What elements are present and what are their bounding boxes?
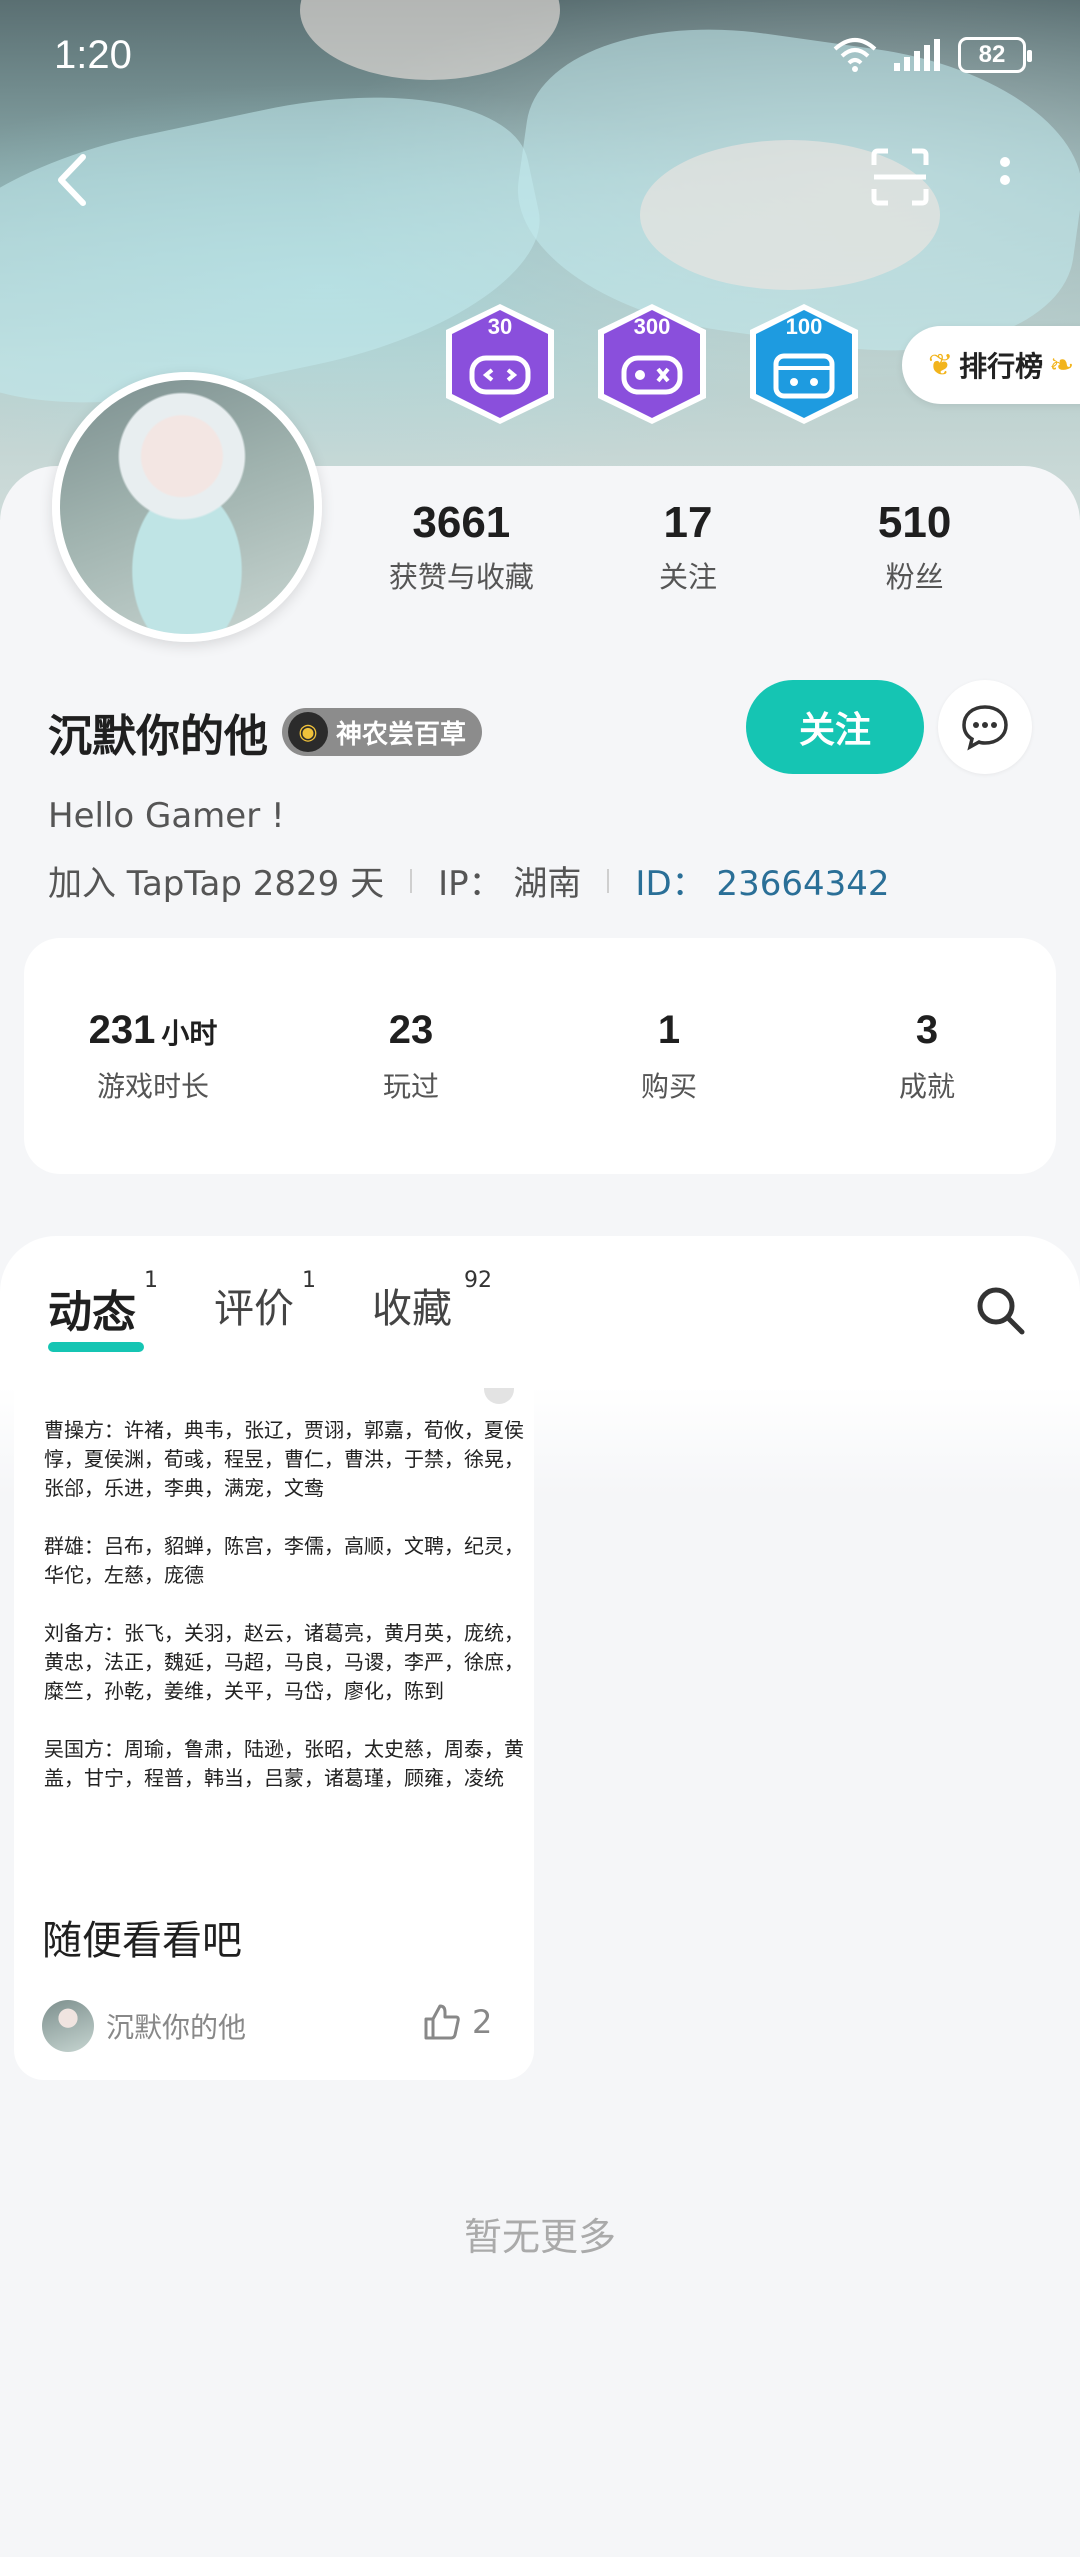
user-bio: Hello Gamer ! xyxy=(48,796,285,836)
join-days: 加入 TapTap 2829 天 xyxy=(48,864,385,904)
stat-label: 获赞与收藏 xyxy=(388,560,534,594)
tab-reviews[interactable]: 评价 1 xyxy=(214,1268,316,1334)
stat-label: 购买 xyxy=(640,1069,697,1103)
gamepad-title-icon: ◉ xyxy=(288,712,328,752)
stat-achievements[interactable]: 3 成就 xyxy=(807,1008,1047,1105)
stat-purchased[interactable]: 1 购买 xyxy=(549,1008,789,1105)
avatar xyxy=(42,2000,94,2052)
message-button[interactable] xyxy=(938,680,1032,774)
status-icons: 82 xyxy=(832,37,1032,73)
tab-count: 1 xyxy=(144,1268,158,1293)
achievement-badge[interactable]: 100 xyxy=(740,300,868,428)
stat-value: 23 xyxy=(388,1007,434,1052)
tab-label: 收藏 xyxy=(372,1286,452,1332)
content-tabs: 动态 1 评价 1 收藏 92 xyxy=(48,1268,492,1352)
title-badge[interactable]: ◉ 神农尝百草 xyxy=(282,708,483,756)
stat-played[interactable]: 23 玩过 xyxy=(291,1008,531,1105)
chat-bubble-icon xyxy=(962,705,1008,751)
more-vertical-icon xyxy=(1000,157,1010,185)
stat-value: 231 小时 xyxy=(33,1008,273,1053)
tab-posts[interactable]: 动态 1 xyxy=(48,1268,158,1352)
post-card[interactable]: 曹操方：许褚，典韦，张辽，贾诩，郭嘉，荀攸，夏侯惇，夏侯渊，荀彧，程昱，曹仁，曹… xyxy=(14,1388,534,2080)
leaderboard-button[interactable]: ❦ 排行榜 ❧ xyxy=(902,326,1080,404)
badge-number: 300 xyxy=(633,314,671,339)
divider xyxy=(410,868,413,893)
leaderboard-label: 排行榜 xyxy=(959,350,1044,383)
stat-label: 游戏时长 xyxy=(96,1069,209,1103)
post-image-text: 吴国方：周瑜，鲁肃，陆逊，张昭，太史慈，周泰，黄盖，甘宁，程普，韩当，吕蒙，诸葛… xyxy=(44,1737,524,1790)
stat-label: 关注 xyxy=(658,560,717,594)
post-image-text: 刘备方：张飞，关羽，赵云，诸葛亮，黄月英，庞统，黄忠，法正，魏延，马超，马良，马… xyxy=(44,1621,524,1703)
status-time: 1:20 xyxy=(54,32,132,77)
playtime-value: 231 xyxy=(88,1007,156,1052)
stat-value: 510 xyxy=(877,498,952,547)
search-button[interactable] xyxy=(972,1282,1028,1338)
tab-count: 1 xyxy=(302,1268,316,1293)
user-name: 沉默你的他 xyxy=(48,711,268,762)
signal-icon xyxy=(894,39,940,71)
search-icon xyxy=(977,1287,1025,1335)
laurel-left-icon: ❦ xyxy=(928,347,954,383)
stat-playtime[interactable]: 231 小时 游戏时长 xyxy=(33,1008,273,1105)
achievement-badge[interactable]: 30 xyxy=(436,300,564,428)
stat-label: 粉丝 xyxy=(885,560,944,594)
badge-number: 100 xyxy=(785,314,823,339)
post-image-text: 群雄：吕布，貂蝉，陈宫，李儒，高顺，文聘，纪灵，华佗，左慈，庞德 xyxy=(44,1534,524,1587)
badge-number: 30 xyxy=(487,314,513,339)
user-name-row: 沉默你的他 ◉ 神农尝百草 xyxy=(48,700,483,764)
follow-button[interactable]: 关注 xyxy=(746,680,924,774)
post-author-name: 沉默你的他 xyxy=(106,2011,247,2044)
tab-label: 评价 xyxy=(214,1286,294,1332)
active-tab-indicator xyxy=(48,1342,144,1352)
game-stats-card: 231 小时 游戏时长 23 玩过 1 购买 3 成就 xyxy=(24,938,1056,1174)
social-stats: 3661 获赞与收藏 17 关注 510 粉丝 xyxy=(348,498,1028,596)
like-count: 2 xyxy=(472,2003,493,2041)
stat-likes-favorites[interactable]: 3661 获赞与收藏 xyxy=(361,498,561,596)
back-arrow-icon xyxy=(58,154,86,206)
tab-count: 92 xyxy=(464,1268,492,1293)
stat-value: 17 xyxy=(663,498,713,547)
stat-value: 3 xyxy=(915,1007,939,1052)
status-bar: 1:20 82 xyxy=(0,0,1080,110)
stat-value: 3661 xyxy=(412,498,511,547)
achievement-badge[interactable]: 300 xyxy=(588,300,716,428)
stat-followers[interactable]: 510 粉丝 xyxy=(815,498,1015,596)
no-more-text: 暂无更多 xyxy=(463,2215,616,2259)
more-options-button[interactable] xyxy=(990,145,1020,215)
scan-button[interactable] xyxy=(868,145,932,209)
battery-icon: 82 xyxy=(958,37,1032,73)
scan-icon xyxy=(871,148,929,206)
stat-value: 1 xyxy=(657,1007,681,1052)
like-button[interactable]: 2 xyxy=(422,2002,492,2042)
back-button[interactable] xyxy=(44,145,100,215)
post-title: 随便看看吧 xyxy=(42,1918,242,1964)
laurel-right-icon: ❧ xyxy=(1049,347,1075,383)
achievement-badges: 30 300 100 xyxy=(436,300,868,428)
tab-label: 动态 xyxy=(48,1287,136,1338)
stat-label: 成就 xyxy=(898,1069,955,1103)
stat-label: 玩过 xyxy=(382,1069,439,1103)
tab-favorites[interactable]: 收藏 92 xyxy=(372,1268,492,1334)
wifi-icon xyxy=(833,38,877,72)
user-id[interactable]: ID： 23664342 xyxy=(635,856,889,905)
thumbs-up-icon xyxy=(424,2004,460,2040)
stat-following[interactable]: 17 关注 xyxy=(588,498,788,596)
battery-level: 82 xyxy=(978,41,1006,68)
title-badge-label: 神农尝百草 xyxy=(336,719,467,750)
playtime-unit: 小时 xyxy=(161,1017,218,1049)
divider xyxy=(607,868,610,893)
user-meta: 加入 TapTap 2829 天 IP： 湖南 ID： 23664342 xyxy=(48,856,890,905)
avatar[interactable] xyxy=(52,372,322,642)
post-image[interactable]: 曹操方：许褚，典韦，张辽，贾诩，郭嘉，荀攸，夏侯惇，夏侯渊，荀彧，程昱，曹仁，曹… xyxy=(44,1416,524,1822)
post-author[interactable]: 沉默你的他 xyxy=(42,2000,246,2052)
ip-location: IP： 湖南 xyxy=(438,864,582,904)
post-image-indicator xyxy=(484,1388,514,1404)
post-image-text: 曹操方：许褚，典韦，张辽，贾诩，郭嘉，荀攸，夏侯惇，夏侯渊，荀彧，程昱，曹仁，曹… xyxy=(44,1418,524,1500)
